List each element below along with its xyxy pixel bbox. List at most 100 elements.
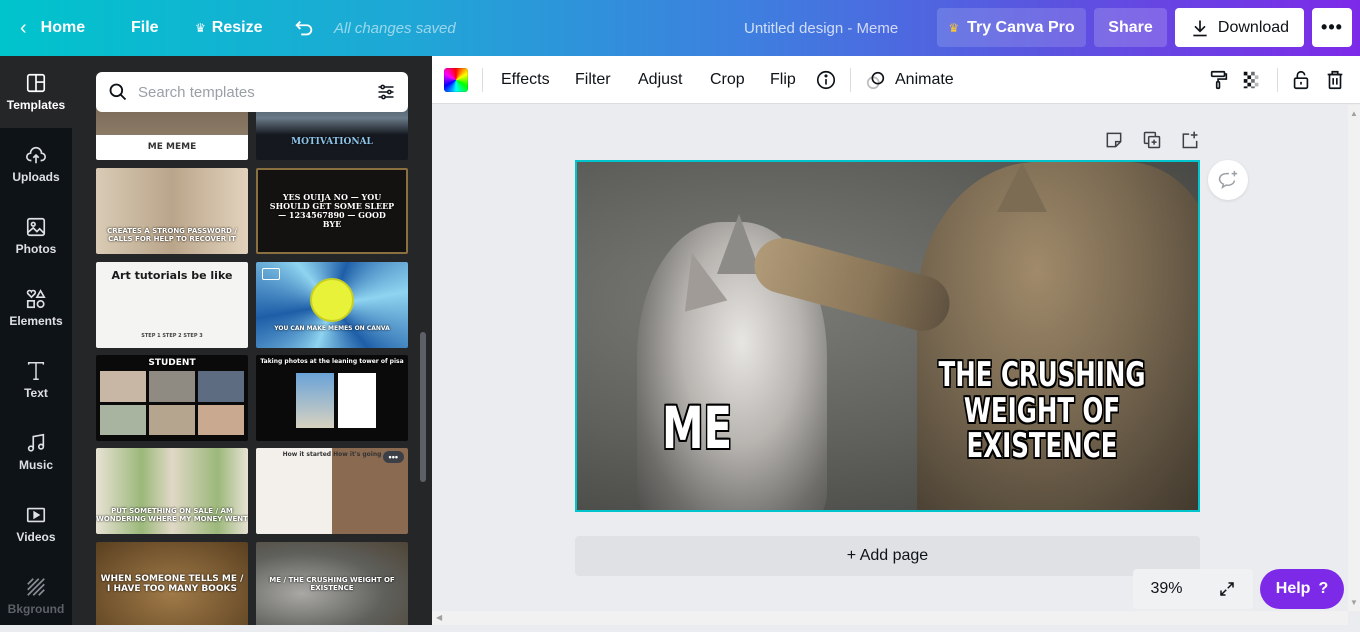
video-badge-icon <box>262 268 280 280</box>
scroll-up-arrow-icon[interactable]: ▲ <box>1350 109 1358 118</box>
trash-icon <box>1327 70 1343 90</box>
add-comment-button[interactable] <box>1208 160 1248 200</box>
rail-item-photos[interactable]: Photos <box>0 200 72 272</box>
filter-button[interactable]: Filter <box>575 56 611 104</box>
rail-label: Bkground <box>7 602 65 616</box>
template-thumbnail[interactable]: ME / THE CRUSHING WEIGHT OF EXISTENCE <box>256 542 408 625</box>
file-menu-button[interactable]: File <box>131 0 159 56</box>
rail-label: Text <box>24 386 48 400</box>
rail-item-background[interactable]: Bkground <box>0 560 72 632</box>
rail-label: Videos <box>16 530 56 544</box>
scroll-down-arrow-icon[interactable]: ▼ <box>1350 598 1358 607</box>
horizontal-scrollbar[interactable]: ◀ <box>432 611 1348 625</box>
more-options-button[interactable]: ••• <box>1312 8 1352 47</box>
rail-item-text[interactable]: Text <box>0 344 72 416</box>
animate-icon <box>866 71 885 90</box>
help-button[interactable]: Help ? <box>1260 569 1344 609</box>
animate-button[interactable]: Animate <box>865 56 954 104</box>
info-button[interactable] <box>815 56 837 104</box>
meme-text-line: THE CRUSHING <box>938 355 1146 395</box>
rail-label: Uploads <box>12 170 60 184</box>
resize-button[interactable]: ♛ Resize <box>195 0 262 56</box>
help-label: Help <box>1275 580 1311 597</box>
home-button[interactable]: ‹ Home <box>20 0 85 56</box>
template-thumbnail[interactable]: YES OUIJA NO — YOU SHOULD GET SOME SLEEP… <box>256 168 408 254</box>
duplicate-page-icon[interactable] <box>1142 130 1162 150</box>
rail-label: Photos <box>15 242 57 256</box>
tabby-cat-ear <box>997 162 1047 212</box>
crown-icon: ♛ <box>195 21 206 35</box>
lock-button[interactable] <box>1290 56 1312 104</box>
shapes-icon <box>26 289 46 309</box>
transparency-button[interactable] <box>1241 56 1263 104</box>
top-bar: ‹ Home File ♛ Resize All changes saved U… <box>0 0 1360 56</box>
template-thumbnail[interactable]: STUDENT <box>96 355 248 441</box>
rail-item-templates[interactable]: Templates <box>0 56 72 128</box>
rail-item-uploads[interactable]: Uploads <box>0 128 72 200</box>
page-notes-icon[interactable] <box>1104 130 1124 150</box>
smiley-icon <box>310 277 354 322</box>
templates-panel: ME MEME MOTIVATIONAL CREATES A STRONG PA… <box>72 56 432 625</box>
rail-label: Music <box>18 458 53 472</box>
unlock-icon <box>1293 70 1309 90</box>
templates-icon <box>26 73 46 93</box>
save-status: All changes saved <box>334 19 456 37</box>
meme-text-me[interactable]: ME <box>654 398 740 459</box>
search-templates-input[interactable] <box>138 83 366 101</box>
design-title[interactable]: Untitled design - Meme <box>744 0 898 56</box>
zoom-control: 39% <box>1133 569 1253 609</box>
copy-style-button[interactable] <box>1208 56 1230 104</box>
expand-fullscreen-icon[interactable] <box>1218 580 1236 598</box>
template-thumbnail[interactable]: Art tutorials be like STEP 1 STEP 2 STEP… <box>96 262 248 348</box>
template-thumbnail[interactable]: PUT SOMETHING ON SALE / AM WONDERING WHE… <box>96 448 248 534</box>
rail-item-music[interactable]: Music <box>0 416 72 488</box>
download-button[interactable]: Download <box>1175 8 1304 47</box>
rail-item-videos[interactable]: Videos <box>0 488 72 560</box>
download-label: Download <box>1217 18 1290 36</box>
delete-button[interactable] <box>1324 56 1346 104</box>
template-thumbnail[interactable]: CREATES A STRONG PASSWORD / CALLS FOR HE… <box>96 168 248 254</box>
paint-roller-icon <box>1210 70 1228 90</box>
comment-add-icon <box>1218 170 1238 189</box>
flip-button[interactable]: Flip <box>770 56 796 104</box>
editor-toolbar: Effects Filter Adjust Crop Flip Animate <box>432 56 1360 104</box>
panel-scrollbar[interactable] <box>420 332 426 482</box>
question-mark-icon: ? <box>1318 580 1329 597</box>
filter-sliders-icon[interactable] <box>376 82 396 102</box>
adjust-button[interactable]: Adjust <box>638 56 682 104</box>
template-thumbnail[interactable]: WHEN SOMEONE TELLS ME / I HAVE TOO MANY … <box>96 542 248 625</box>
divider <box>850 68 851 92</box>
crop-button[interactable]: Crop <box>710 56 745 104</box>
template-thumbnail[interactable]: How it started How it's going ••• <box>256 448 408 534</box>
info-icon <box>816 70 836 90</box>
try-canva-pro-button[interactable]: ♛ Try Canva Pro <box>937 8 1086 47</box>
vertical-scrollbar[interactable]: ▲ ▼ <box>1348 105 1360 611</box>
add-page-button[interactable]: + Add page <box>575 536 1200 576</box>
rail-item-elements[interactable]: Elements <box>0 272 72 344</box>
background-pattern-icon <box>27 578 45 596</box>
search-icon <box>109 83 127 101</box>
add-page-icon[interactable] <box>1180 130 1200 150</box>
divider <box>1277 68 1278 92</box>
template-thumbnail[interactable]: Taking photos at the leaning tower of pi… <box>256 355 408 441</box>
undo-icon <box>295 20 313 36</box>
chevron-left-icon: ‹ <box>20 16 27 39</box>
undo-button[interactable] <box>293 0 315 56</box>
effects-button[interactable]: Effects <box>501 56 550 104</box>
search-bar <box>96 72 408 112</box>
color-picker-button[interactable] <box>444 56 468 104</box>
template-thumbnail[interactable]: YOU CAN MAKE MEMES ON CANVA <box>256 262 408 348</box>
scroll-left-arrow-icon[interactable]: ◀ <box>436 613 442 622</box>
share-button[interactable]: Share <box>1094 8 1167 47</box>
rail-label: Elements <box>9 314 63 328</box>
home-label: Home <box>40 19 86 36</box>
meme-text-crushing-weight[interactable]: THE CRUSHING WEIGHT OF EXISTENCE <box>938 355 1147 467</box>
design-canvas[interactable]: ME THE CRUSHING WEIGHT OF EXISTENCE <box>575 160 1200 512</box>
divider <box>482 68 483 92</box>
crown-icon: ♛ <box>948 20 960 35</box>
side-rail: Templates Uploads Photos Elements Text M… <box>0 56 72 625</box>
more-options-button[interactable]: ••• <box>382 451 404 463</box>
transparency-checker-icon <box>1243 71 1259 89</box>
zoom-level[interactable]: 39% <box>1150 580 1182 598</box>
meme-text-line: EXISTENCE <box>966 426 1118 467</box>
